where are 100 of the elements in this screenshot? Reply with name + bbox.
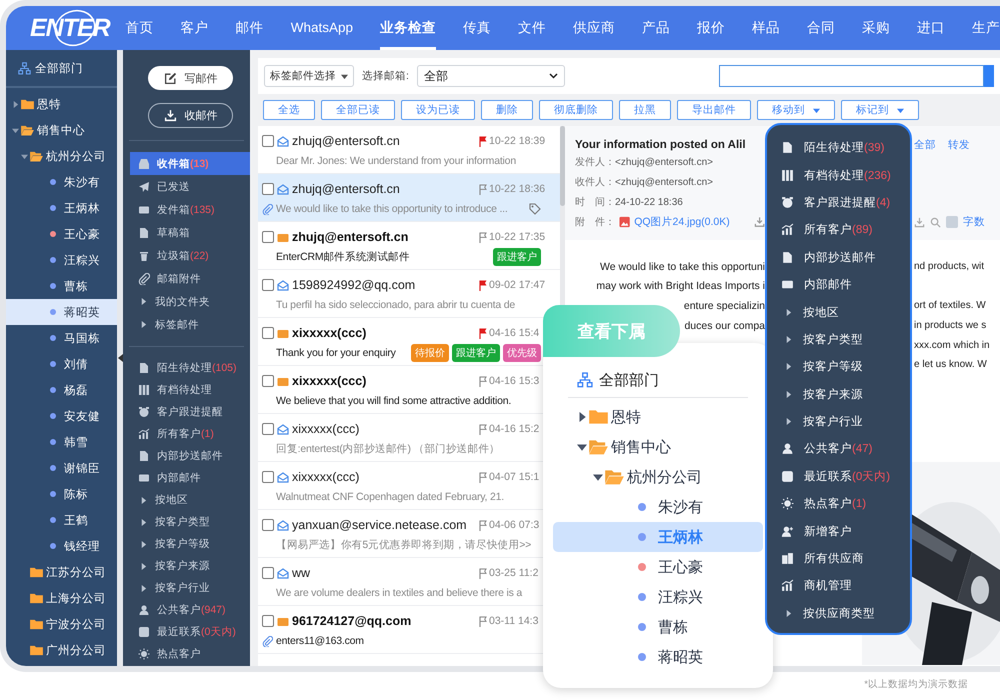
nav-tab[interactable]: 文件	[518, 6, 546, 50]
menu-item[interactable]: 按客户类型	[767, 326, 910, 354]
folder-item[interactable]: 客户跟进提醒	[130, 401, 250, 423]
checkbox[interactable]	[262, 183, 274, 195]
menu-item[interactable]: 最近联系(0天内)	[767, 462, 910, 490]
nav-tab[interactable]: 邮件	[236, 6, 264, 50]
menu-item[interactable]: 热点客户(1)	[767, 490, 910, 518]
tree-item[interactable]: 马国栋	[6, 325, 117, 351]
folder-item[interactable]: 标签邮件	[130, 313, 250, 336]
action-button[interactable]: 全选	[263, 100, 315, 120]
flag-icon[interactable]	[479, 376, 487, 386]
tree-item[interactable]: 王鹤	[6, 507, 117, 533]
nav-tab[interactable]: 采购	[862, 6, 890, 50]
tree-item[interactable]: 汪粽兴	[6, 247, 117, 273]
action-button[interactable]: 标记到	[841, 100, 919, 120]
checkbox[interactable]	[262, 471, 274, 483]
flag-icon[interactable]	[479, 472, 487, 482]
action-button[interactable]: 导出邮件	[677, 100, 751, 120]
nav-tab[interactable]: 传真	[463, 6, 491, 50]
tree-item[interactable]: 朱沙有	[6, 169, 117, 195]
tree-item[interactable]: 安友健	[6, 403, 117, 429]
flag-icon[interactable]	[479, 520, 487, 530]
link[interactable]: 字数	[963, 215, 985, 229]
caret-icon[interactable]	[21, 152, 28, 160]
menu-item[interactable]: 按客户来源	[767, 380, 910, 408]
nav-tab[interactable]: 合同	[807, 6, 835, 50]
flag-icon[interactable]	[479, 616, 487, 626]
folder-item[interactable]: 邮箱附件	[130, 267, 250, 290]
nav-tab[interactable]: WhatsApp	[290, 6, 353, 50]
tree-item[interactable]: 销售中心	[6, 117, 117, 143]
nav-tab[interactable]: 报价	[697, 6, 725, 50]
receive-button[interactable]: 收邮件	[148, 103, 233, 128]
folder-item[interactable]: 内部抄送邮件	[130, 445, 250, 467]
caret-icon[interactable]	[593, 472, 603, 482]
tag-filter-dropdown[interactable]: 标签邮件选择	[264, 65, 354, 87]
folder-item[interactable]: 按客户行业	[130, 577, 250, 599]
tree-item[interactable]: 谢锦臣	[6, 455, 117, 481]
action-button[interactable]: 彻底删除	[539, 100, 613, 120]
folder-item[interactable]: 陌生待处理(105)	[130, 357, 250, 379]
folder-item[interactable]: 收件箱(13)	[130, 152, 250, 175]
folder-item[interactable]: 按地区	[130, 489, 250, 511]
mailbox-dropdown[interactable]: 全部	[416, 65, 565, 87]
nav-tab[interactable]: 业务检查	[380, 6, 436, 50]
email-item[interactable]: zhujq@entersoft.cn 10-22 18:36 We would like to take this opportunity to introduce ...	[258, 174, 560, 222]
flag-icon[interactable]	[479, 424, 487, 434]
action-button[interactable]: 拉黑	[619, 100, 671, 120]
checkbox[interactable]	[262, 327, 274, 339]
nav-tab[interactable]: 供应商	[573, 6, 615, 50]
checkbox[interactable]	[262, 135, 274, 147]
nav-tab[interactable]: 进口	[917, 6, 945, 50]
tree-item[interactable]: 韩雪	[6, 429, 117, 455]
tree-item[interactable]: 蒋昭英	[6, 299, 117, 325]
action-button[interactable]: 删除	[481, 100, 533, 120]
folder-item[interactable]: 草稿箱	[130, 221, 250, 244]
folder-item[interactable]: 所有客户(1)	[130, 423, 250, 445]
menu-item[interactable]: 陌生待处理(39)	[767, 134, 910, 162]
menu-item[interactable]: 有档待处理(236)	[767, 161, 910, 189]
nav-tab[interactable]: 首页	[126, 6, 154, 50]
tree-item[interactable]: 王心豪	[6, 221, 117, 247]
checkbox[interactable]	[262, 519, 274, 531]
menu-item[interactable]: 所有客户(89)	[767, 216, 910, 244]
flag-icon[interactable]	[479, 328, 487, 338]
menu-item[interactable]: 公共客户(47)	[767, 435, 910, 463]
checkbox[interactable]	[262, 423, 274, 435]
tree-item[interactable]: 恩特	[6, 91, 117, 117]
action-button[interactable]: 设为已读	[401, 100, 475, 120]
checkbox[interactable]	[262, 279, 274, 291]
folder-item[interactable]: 最近联系(0天内)	[130, 621, 250, 643]
tree-item[interactable]: 宁波分公司	[6, 611, 117, 637]
nav-tab[interactable]: 样品	[752, 6, 780, 50]
caret-icon[interactable]	[577, 442, 587, 452]
nav-tab[interactable]: 生产	[972, 6, 1000, 50]
search-field[interactable]	[719, 65, 984, 87]
menu-item[interactable]: 按客户等级	[767, 353, 910, 381]
flag-icon[interactable]	[479, 568, 487, 578]
checkbox[interactable]	[262, 231, 274, 243]
tree-item[interactable]: 江苏分公司	[6, 559, 117, 585]
compose-button[interactable]: 写邮件	[148, 66, 233, 90]
folder-item[interactable]: 热点客户	[130, 643, 250, 665]
folder-item[interactable]: 公共客户(947)	[130, 599, 250, 621]
folder-item[interactable]: 内部邮件	[130, 467, 250, 489]
flag-icon[interactable]	[479, 184, 487, 194]
menu-item[interactable]: 内部邮件	[767, 270, 910, 298]
tree-item[interactable]: 杭州分公司	[6, 143, 117, 169]
folder-item[interactable]: 按客户类型	[130, 511, 250, 533]
caret-icon[interactable]	[577, 412, 587, 422]
email-item[interactable]: zhujq@entersoft.cn 10-22 17:35 EnterCRM邮件系统测试邮件 跟进客户	[258, 222, 560, 270]
menu-item[interactable]: 按客户行业	[767, 408, 910, 436]
action-button[interactable]: 移动到	[757, 100, 835, 120]
tree-item[interactable]: 王炳林	[6, 195, 117, 221]
folder-item[interactable]: 我的文件夹	[130, 290, 250, 313]
caret-icon[interactable]	[12, 126, 19, 134]
folder-item[interactable]: 按客户等级	[130, 533, 250, 555]
menu-item[interactable]: 内部抄送邮件	[767, 244, 910, 271]
tree-item[interactable]: 上海分公司	[6, 585, 117, 611]
tree-item[interactable]: 曹栋	[6, 273, 117, 299]
tree-item[interactable]: 钱经理	[6, 533, 117, 559]
menu-item[interactable]: 商机管理	[767, 572, 910, 600]
checkbox[interactable]	[262, 375, 274, 387]
flag-icon[interactable]	[479, 232, 487, 242]
